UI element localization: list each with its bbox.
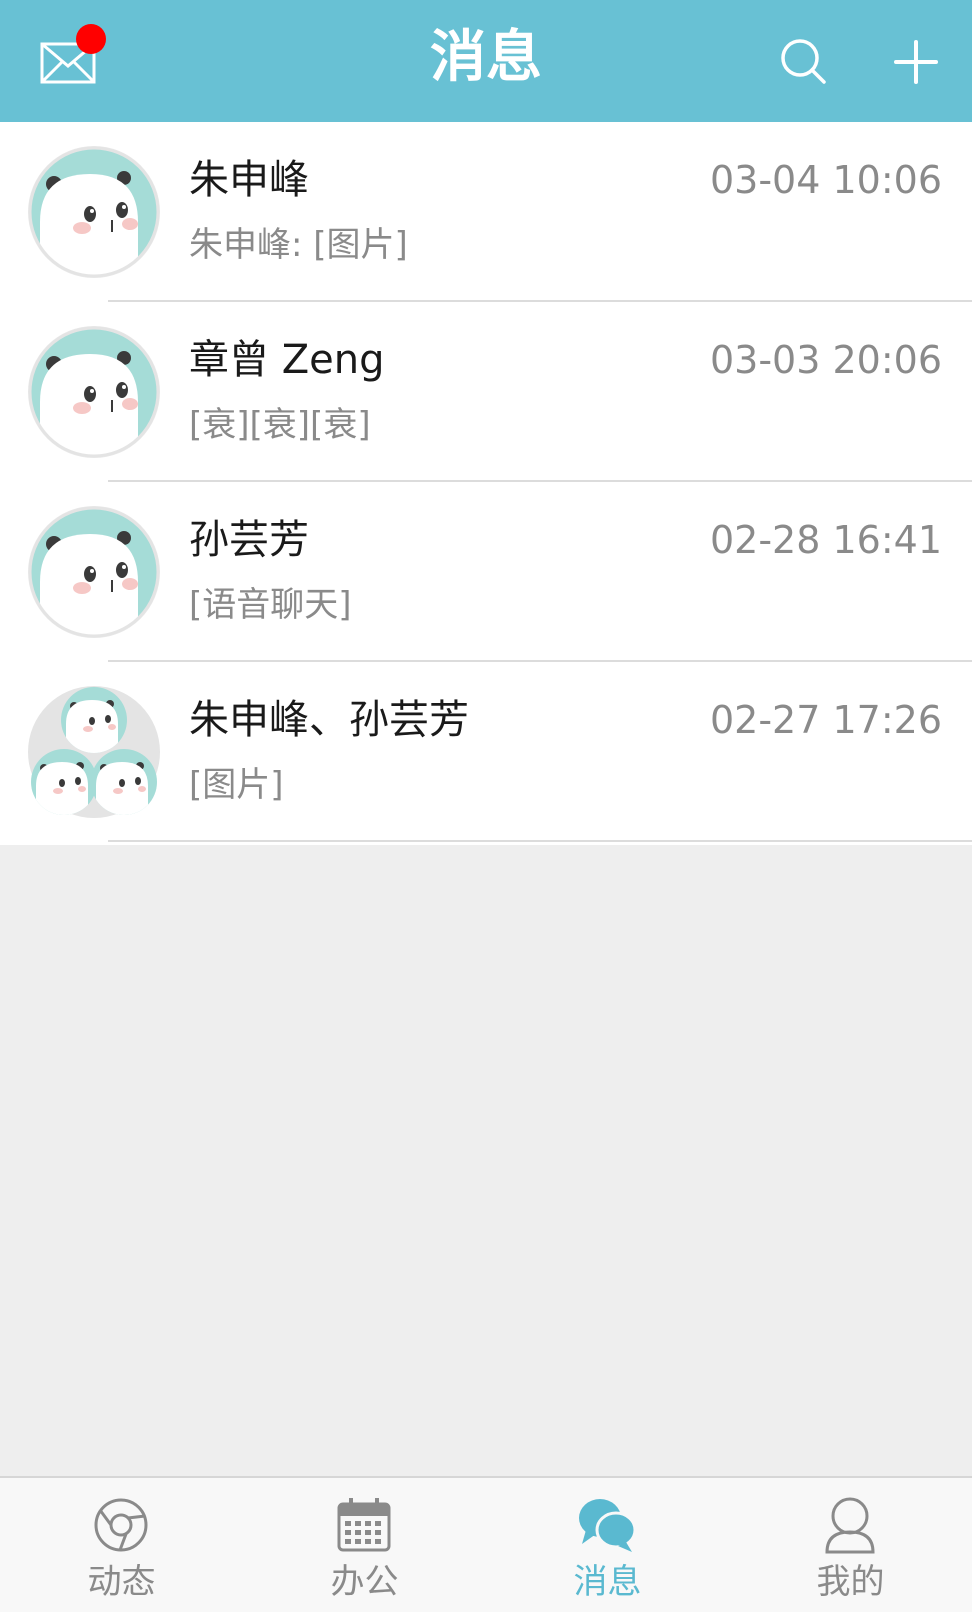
panda-avatar bbox=[26, 144, 162, 280]
tab-feed[interactable]: 动态 bbox=[0, 1478, 243, 1612]
panda-avatar bbox=[26, 324, 162, 460]
search-button[interactable] bbox=[778, 36, 830, 88]
feed-icon bbox=[94, 1498, 148, 1552]
divider bbox=[108, 840, 972, 842]
contact-name: 朱申峰 bbox=[189, 157, 309, 203]
message-preview: [衰][衰][衰] bbox=[189, 405, 371, 445]
tab-label: 办公 bbox=[330, 1562, 399, 1602]
message-time: 03-04 10:06 bbox=[709, 158, 942, 202]
conversation-item[interactable]: 朱申峰 朱申峰: [图片] 03-04 10:06 bbox=[0, 122, 972, 302]
tab-office[interactable]: 办公 bbox=[243, 1478, 486, 1612]
contact-name: 孙芸芳 bbox=[189, 517, 309, 563]
plus-icon bbox=[894, 40, 938, 84]
search-icon bbox=[781, 39, 826, 84]
message-time: 02-28 16:41 bbox=[709, 518, 942, 562]
conversation-item[interactable]: 章曾 Zeng [衰][衰][衰] 03-03 20:06 bbox=[0, 302, 972, 482]
message-time: 02-27 17:26 bbox=[709, 698, 942, 742]
message-preview: [图片] bbox=[189, 765, 284, 805]
group-avatar bbox=[28, 686, 160, 818]
panda-avatar bbox=[26, 504, 162, 640]
tab-profile[interactable]: 我的 bbox=[729, 1478, 972, 1612]
conversation-item[interactable]: 孙芸芳 [语音聊天] 02-28 16:41 bbox=[0, 482, 972, 662]
contact-name: 章曾 Zeng bbox=[189, 337, 385, 383]
message-preview: 朱申峰: [图片] bbox=[189, 225, 408, 265]
tab-label: 消息 bbox=[573, 1562, 642, 1602]
tab-label: 动态 bbox=[87, 1562, 156, 1602]
profile-icon bbox=[825, 1497, 875, 1554]
conversation-item[interactable]: 朱申峰、孙芸芳 [图片] 02-27 17:26 bbox=[0, 662, 972, 842]
tab-label: 我的 bbox=[816, 1562, 885, 1602]
bottom-tab-bar: 动态 办公 消息 我的 bbox=[0, 1476, 972, 1612]
contact-name: 朱申峰、孙芸芳 bbox=[189, 697, 469, 743]
chat-icon bbox=[579, 1499, 637, 1552]
conversation-list: 朱申峰 朱申峰: [图片] 03-04 10:06 章曾 Zeng [衰][衰]… bbox=[0, 122, 972, 845]
calendar-icon bbox=[337, 1498, 391, 1552]
app-header: 消息 bbox=[0, 0, 972, 122]
message-preview: [语音聊天] bbox=[189, 585, 352, 625]
tab-messages[interactable]: 消息 bbox=[486, 1478, 729, 1612]
add-button[interactable] bbox=[890, 36, 942, 88]
message-time: 03-03 20:06 bbox=[709, 338, 942, 382]
